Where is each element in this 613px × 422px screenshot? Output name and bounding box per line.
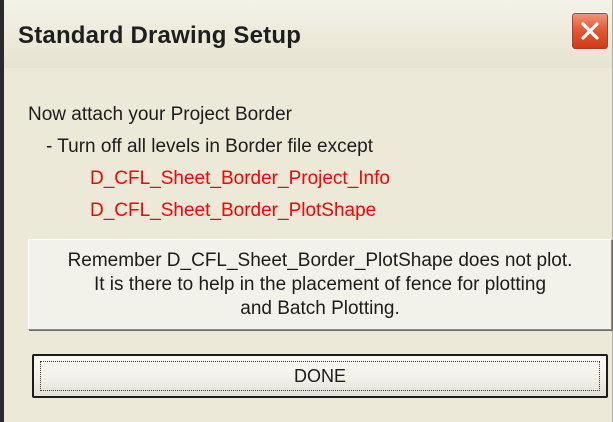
close-x-icon <box>581 22 599 40</box>
window-title: Standard Drawing Setup <box>18 22 302 49</box>
instruction-turn-off-levels: - Turn off all levels in Border file exc… <box>46 136 374 157</box>
done-button[interactable]: DONE <box>32 354 608 398</box>
reminder-line: and Batch Plotting. <box>240 297 400 319</box>
title-bar: Standard Drawing Setup <box>4 0 612 68</box>
reminder-note-panel: Remember D_CFL_Sheet_Border_PlotShape do… <box>28 239 612 330</box>
level-name-plotshape: D_CFL_Sheet_Border_PlotShape <box>90 200 377 221</box>
reminder-line: It is there to help in the placement of … <box>93 273 547 295</box>
level-name-project-info: D_CFL_Sheet_Border_Project_Info <box>90 168 390 189</box>
reminder-line: Remember D_CFL_Sheet_Border_PlotShape do… <box>67 249 573 271</box>
done-button-label: DONE <box>293 365 346 386</box>
close-button[interactable] <box>571 12 609 50</box>
instruction-attach-border: Now attach your Project Border <box>28 104 293 125</box>
dialog-window: Standard Drawing Setup Now attach your P… <box>0 0 613 422</box>
